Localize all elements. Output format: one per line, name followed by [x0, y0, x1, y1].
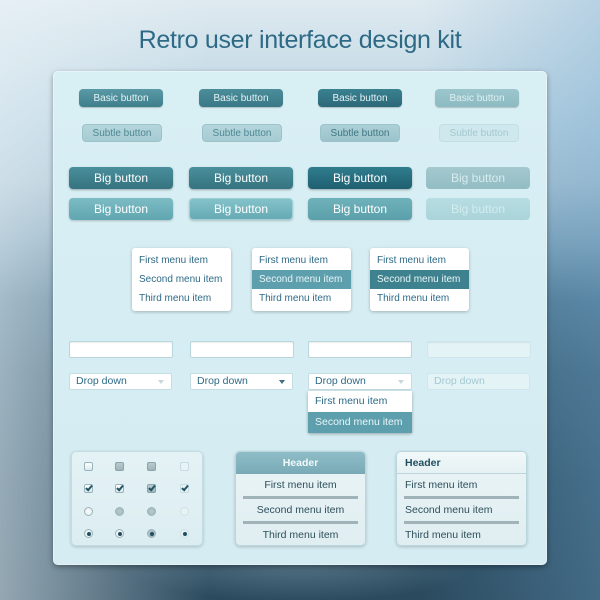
big-button-light-hover[interactable]: Big button — [189, 198, 293, 220]
big-button-light-normal[interactable]: Big button — [69, 198, 173, 220]
checkbox-unchecked-pressed[interactable] — [147, 462, 156, 471]
text-input-disabled — [427, 341, 531, 358]
dropdown-label: Drop down — [76, 375, 127, 387]
checkbox-unchecked-hover[interactable] — [115, 462, 124, 471]
list-card-item[interactable]: First menu item — [397, 474, 526, 496]
chevron-down-icon — [279, 380, 285, 384]
menu-item[interactable]: Third menu item — [370, 289, 469, 308]
ui-kit-panel: Basic button Basic button Basic button B… — [53, 71, 547, 565]
basic-button-disabled: Basic button — [435, 89, 519, 107]
text-input-focus[interactable] — [308, 341, 412, 358]
radio-dot-icon — [117, 531, 122, 536]
big-button-dark-pressed[interactable]: Big button — [308, 167, 412, 189]
check-icon — [181, 483, 189, 492]
check-icon — [85, 483, 93, 492]
checkbox-radio-panel — [71, 451, 203, 546]
list-card-left: Header First menu item Second menu item … — [396, 451, 527, 546]
menu-item[interactable]: First menu item — [132, 251, 231, 270]
radio-unselected-pressed[interactable] — [147, 507, 156, 516]
radio-selected-normal[interactable] — [84, 529, 93, 538]
subtle-button-hover[interactable]: Subtle button — [202, 124, 282, 142]
checkbox-checked-disabled — [180, 483, 189, 493]
big-button-dark-hover[interactable]: Big button — [189, 167, 293, 189]
list-card-header: Header — [236, 452, 365, 474]
subtle-button-disabled: Subtle button — [439, 124, 519, 142]
big-button-dark-normal[interactable]: Big button — [69, 167, 173, 189]
dropdown-label: Drop down — [434, 375, 485, 387]
basic-button-normal[interactable]: Basic button — [79, 89, 163, 107]
chevron-down-icon — [398, 380, 404, 384]
check-icon — [148, 483, 156, 492]
text-input-normal[interactable] — [69, 341, 173, 358]
big-button-light-disabled: Big button — [426, 198, 530, 220]
radio-selected-pressed[interactable] — [147, 529, 156, 538]
menu-hover: First menu item Second menu item Third m… — [252, 248, 351, 311]
chevron-down-icon — [158, 380, 164, 384]
subtle-button-pressed[interactable]: Subtle button — [320, 124, 400, 142]
dropdown-open[interactable]: Drop down — [308, 373, 412, 390]
list-card-header: Header — [397, 452, 526, 474]
list-card-centered: Header First menu item Second menu item … — [235, 451, 366, 546]
dropdown-option[interactable]: First menu item — [308, 391, 412, 412]
menu-item[interactable]: Second menu item — [132, 270, 231, 289]
dropdown-hover[interactable]: Drop down — [190, 373, 293, 390]
dropdown-normal[interactable]: Drop down — [69, 373, 172, 390]
big-button-light-pressed[interactable]: Big button — [308, 198, 412, 220]
menu-normal: First menu item Second menu item Third m… — [132, 248, 231, 311]
radio-selected-disabled — [180, 529, 189, 538]
checkbox-unchecked-normal[interactable] — [84, 462, 93, 471]
big-button-dark-disabled: Big button — [426, 167, 530, 189]
menu-item-selected[interactable]: Second menu item — [370, 270, 469, 289]
dropdown-label: Drop down — [315, 375, 366, 387]
radio-unselected-hover[interactable] — [115, 507, 124, 516]
menu-item[interactable]: First menu item — [252, 251, 351, 270]
dropdown-options-list: First menu item Second menu item — [308, 391, 412, 433]
dropdown-disabled: Drop down — [427, 373, 530, 390]
subtle-button-normal[interactable]: Subtle button — [82, 124, 162, 142]
radio-dot-icon — [182, 531, 187, 536]
menu-item-selected[interactable]: Second menu item — [252, 270, 351, 289]
list-card-item[interactable]: First menu item — [236, 474, 365, 496]
list-card-item[interactable]: Second menu item — [397, 499, 526, 521]
radio-unselected-normal[interactable] — [84, 507, 93, 516]
list-card-item[interactable]: Third menu item — [236, 524, 365, 545]
radio-selected-hover[interactable] — [115, 529, 124, 538]
radio-unselected-disabled — [180, 507, 189, 516]
text-input-hover[interactable] — [190, 341, 294, 358]
basic-button-hover[interactable]: Basic button — [199, 89, 283, 107]
dropdown-option-selected[interactable]: Second menu item — [308, 412, 412, 433]
checkbox-checked-hover[interactable] — [115, 483, 124, 493]
checkbox-checked-normal[interactable] — [84, 483, 93, 493]
basic-button-pressed[interactable]: Basic button — [318, 89, 402, 107]
page-title: Retro user interface design kit — [138, 26, 462, 54]
menu-item[interactable]: Third menu item — [132, 289, 231, 308]
list-card-item[interactable]: Third menu item — [397, 524, 526, 545]
check-icon — [116, 483, 124, 492]
list-card-item[interactable]: Second menu item — [236, 499, 365, 521]
checkbox-checked-pressed[interactable] — [147, 483, 156, 493]
radio-dot-icon — [149, 531, 154, 536]
menu-item[interactable]: First menu item — [370, 251, 469, 270]
radio-dot-icon — [86, 531, 91, 536]
menu-item[interactable]: Third menu item — [252, 289, 351, 308]
checkbox-unchecked-disabled — [180, 462, 189, 471]
menu-pressed: First menu item Second menu item Third m… — [370, 248, 469, 311]
dropdown-label: Drop down — [197, 375, 248, 387]
